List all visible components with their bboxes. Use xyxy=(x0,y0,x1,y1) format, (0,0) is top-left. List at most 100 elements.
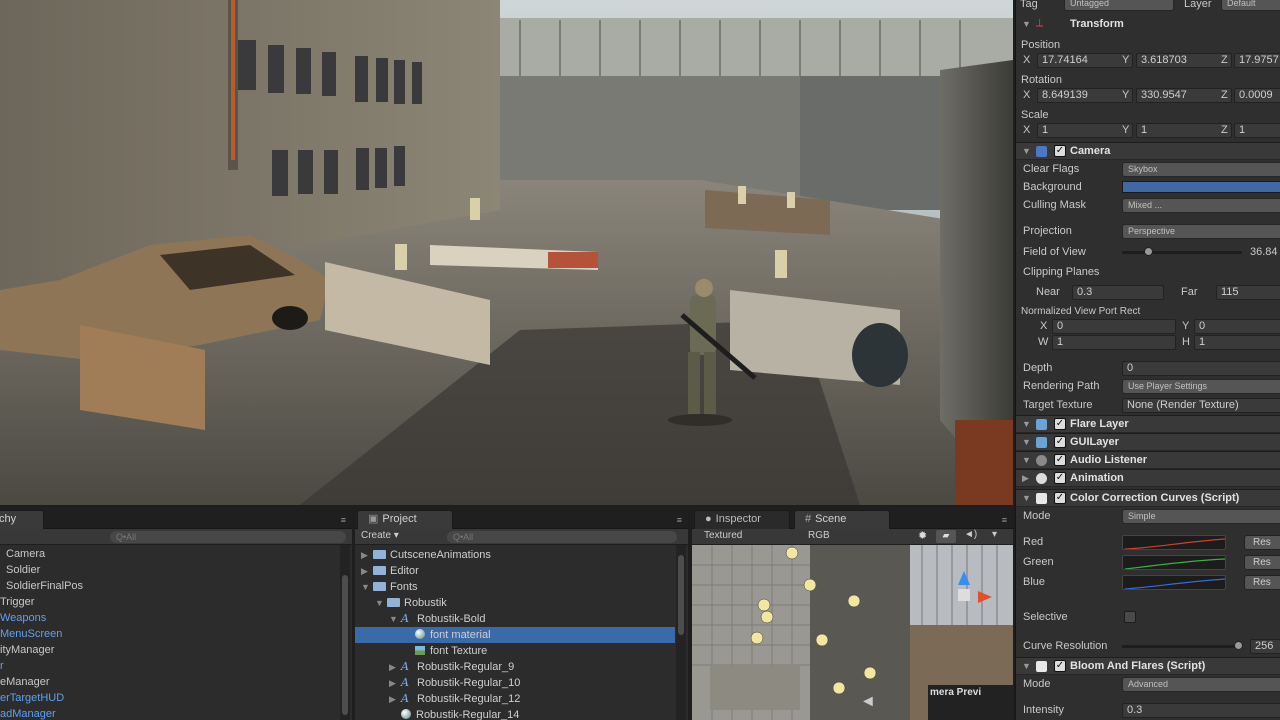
hierarchy-item[interactable]: Soldier xyxy=(6,562,40,578)
collapse-arrow-icon[interactable]: ▼ xyxy=(1022,493,1031,503)
selective-checkbox[interactable] xyxy=(1124,611,1136,623)
project-item[interactable]: ▶ A Robustik-Regular_10 xyxy=(389,675,520,691)
fov-value[interactable]: 36.84 xyxy=(1250,246,1278,258)
hierarchy-item[interactable]: r xyxy=(0,658,4,674)
project-scrollbar[interactable] xyxy=(676,545,686,720)
viewport-x-field[interactable]: 0 xyxy=(1052,318,1176,334)
project-item-selected[interactable]: font material xyxy=(355,627,675,643)
hierarchy-search-input[interactable]: Q•All xyxy=(110,531,346,543)
scale-x-field[interactable]: 1 xyxy=(1037,122,1133,138)
create-dropdown[interactable]: Create ▾ xyxy=(361,530,399,541)
panel-menu-icon[interactable]: ≡ xyxy=(1002,515,1007,525)
layer-dropdown[interactable]: Default xyxy=(1221,0,1280,11)
hierarchy-item[interactable]: ityManager xyxy=(0,642,54,658)
expand-arrow-icon[interactable]: ▶ xyxy=(389,691,401,707)
collapse-arrow-icon[interactable]: ▼ xyxy=(1022,419,1031,429)
curve-resolution-slider[interactable] xyxy=(1122,645,1240,648)
rotation-y-field[interactable]: 330.9547 xyxy=(1136,87,1232,103)
blue-reset-button[interactable]: Res xyxy=(1244,574,1280,590)
red-curve-field[interactable] xyxy=(1122,534,1226,550)
tag-dropdown[interactable]: Untagged xyxy=(1064,0,1174,11)
color-correction-checkbox[interactable]: ✓ xyxy=(1054,492,1066,504)
expand-arrow-icon[interactable]: ▶ xyxy=(389,675,401,691)
intensity-field[interactable]: 0.3 xyxy=(1122,702,1280,718)
collapse-arrow-icon[interactable]: ▼ xyxy=(1022,19,1031,29)
clear-flags-dropdown[interactable]: Skybox xyxy=(1122,161,1280,177)
viewport-y-field[interactable]: 0 xyxy=(1194,318,1280,334)
cc-mode-dropdown[interactable]: Simple xyxy=(1122,508,1280,524)
transform-header[interactable]: ▼ ⟂ Transform xyxy=(1016,16,1280,34)
hierarchy-item[interactable]: SoldierFinalPos xyxy=(6,578,83,594)
camera-header[interactable]: ▼ ✓ Camera xyxy=(1016,142,1280,160)
near-field[interactable]: 0.3 xyxy=(1072,284,1164,300)
hierarchy-item[interactable]: adManager xyxy=(0,706,56,720)
project-item[interactable]: ▼ A Robustik-Bold xyxy=(389,611,485,627)
audio-listener-header[interactable]: ▼ ✓ Audio Listener xyxy=(1016,451,1280,469)
project-item[interactable]: ▶ Editor xyxy=(361,563,419,579)
rotation-z-field[interactable]: 0.0009 xyxy=(1234,87,1280,103)
depth-field[interactable]: 0 xyxy=(1122,360,1280,376)
expand-arrow-icon[interactable]: ▶ xyxy=(1022,473,1029,484)
hierarchy-item[interactable]: erTargetHUD xyxy=(0,690,64,706)
expand-arrow-icon[interactable]: ▶ xyxy=(361,563,373,579)
culling-mask-dropdown[interactable]: Mixed ... xyxy=(1122,197,1280,213)
gui-layer-checkbox[interactable]: ✓ xyxy=(1054,436,1066,448)
rotation-x-field[interactable]: 8.649139 xyxy=(1037,87,1133,103)
red-reset-button[interactable]: Res xyxy=(1244,534,1280,550)
project-scroll-thumb[interactable] xyxy=(678,555,684,635)
gui-layer-header[interactable]: ▼ ✓ GUILayer xyxy=(1016,433,1280,451)
bloom-checkbox[interactable]: ✓ xyxy=(1054,660,1066,672)
collapse-arrow-icon[interactable]: ▼ xyxy=(375,595,387,611)
green-reset-button[interactable]: Res xyxy=(1244,554,1280,570)
expand-arrow-icon[interactable]: ▶ xyxy=(361,547,373,563)
scale-y-field[interactable]: 1 xyxy=(1136,122,1232,138)
flare-layer-header[interactable]: ▼ ✓ Flare Layer xyxy=(1016,415,1280,433)
scale-z-field[interactable]: 1 xyxy=(1234,122,1280,138)
gizmo-dropdown-icon[interactable]: ▾ xyxy=(992,529,997,540)
camera-enabled-checkbox[interactable]: ✓ xyxy=(1054,145,1066,157)
scene-image-toggle-icon[interactable]: ▰ xyxy=(936,530,956,543)
hierarchy-item[interactable]: eManager xyxy=(0,674,50,690)
hierarchy-item[interactable]: MenuScreen xyxy=(0,626,62,642)
animation-checkbox[interactable]: ✓ xyxy=(1054,472,1066,484)
collapse-arrow-icon[interactable]: ▼ xyxy=(1022,455,1031,465)
target-texture-field[interactable]: None (Render Texture) xyxy=(1122,397,1280,413)
collapse-arrow-icon[interactable]: ▼ xyxy=(361,579,373,595)
hierarchy-scrollbar[interactable] xyxy=(340,545,350,720)
audio-toggle-icon[interactable]: ◄) xyxy=(964,529,977,540)
position-y-field[interactable]: 3.618703 xyxy=(1136,52,1232,68)
background-color-swatch[interactable] xyxy=(1122,181,1280,193)
hierarchy-item[interactable]: Weapons xyxy=(0,610,46,626)
draw-mode-dropdown[interactable]: Textured xyxy=(704,530,742,541)
far-field[interactable]: 115 xyxy=(1216,284,1280,300)
collapse-arrow-icon[interactable]: ▼ xyxy=(1022,661,1031,671)
projection-dropdown[interactable]: Perspective xyxy=(1122,223,1280,239)
fov-slider[interactable] xyxy=(1122,251,1242,254)
project-search-input[interactable]: Q•All xyxy=(447,531,677,543)
bloom-header[interactable]: ▼ ✓ Bloom And Flares (Script) xyxy=(1016,657,1280,675)
hierarchy-scroll-thumb[interactable] xyxy=(342,575,348,715)
green-curve-field[interactable] xyxy=(1122,554,1226,570)
viewport-h-field[interactable]: 1 xyxy=(1194,334,1280,350)
project-item[interactable]: ▶ A Robustik-Regular_12 xyxy=(389,691,520,707)
render-mode-dropdown[interactable]: RGB xyxy=(808,530,830,541)
game-view[interactable] xyxy=(0,0,1013,505)
position-x-field[interactable]: 17.74164 xyxy=(1037,52,1133,68)
project-item[interactable]: ▶ CutsceneAnimations xyxy=(361,547,491,563)
scene-viewport[interactable]: mera Previ ◄ xyxy=(692,545,1013,720)
project-item[interactable]: ▼ Robustik xyxy=(375,595,447,611)
tab-hierarchy[interactable]: chy xyxy=(0,510,44,529)
expand-arrow-icon[interactable]: ▶ xyxy=(389,659,401,675)
hierarchy-item[interactable]: Trigger xyxy=(0,594,34,610)
tab-inspector[interactable]: ● Inspector xyxy=(694,510,790,529)
project-item[interactable]: Robustik-Regular_14 xyxy=(389,707,519,720)
project-item[interactable]: font Texture xyxy=(403,643,487,659)
lighting-toggle-icon[interactable]: ✹ xyxy=(918,529,927,542)
collapse-arrow-icon[interactable]: ▼ xyxy=(1022,437,1031,447)
color-correction-header[interactable]: ▼ ✓ Color Correction Curves (Script) xyxy=(1016,489,1280,507)
tab-scene[interactable]: # Scene xyxy=(794,510,890,529)
collapse-arrow-icon[interactable]: ▼ xyxy=(1022,146,1031,156)
tab-project[interactable]: ▣ Project xyxy=(357,510,453,529)
collapse-arrow-icon[interactable]: ▼ xyxy=(389,611,401,627)
rendering-path-dropdown[interactable]: Use Player Settings xyxy=(1122,378,1280,394)
